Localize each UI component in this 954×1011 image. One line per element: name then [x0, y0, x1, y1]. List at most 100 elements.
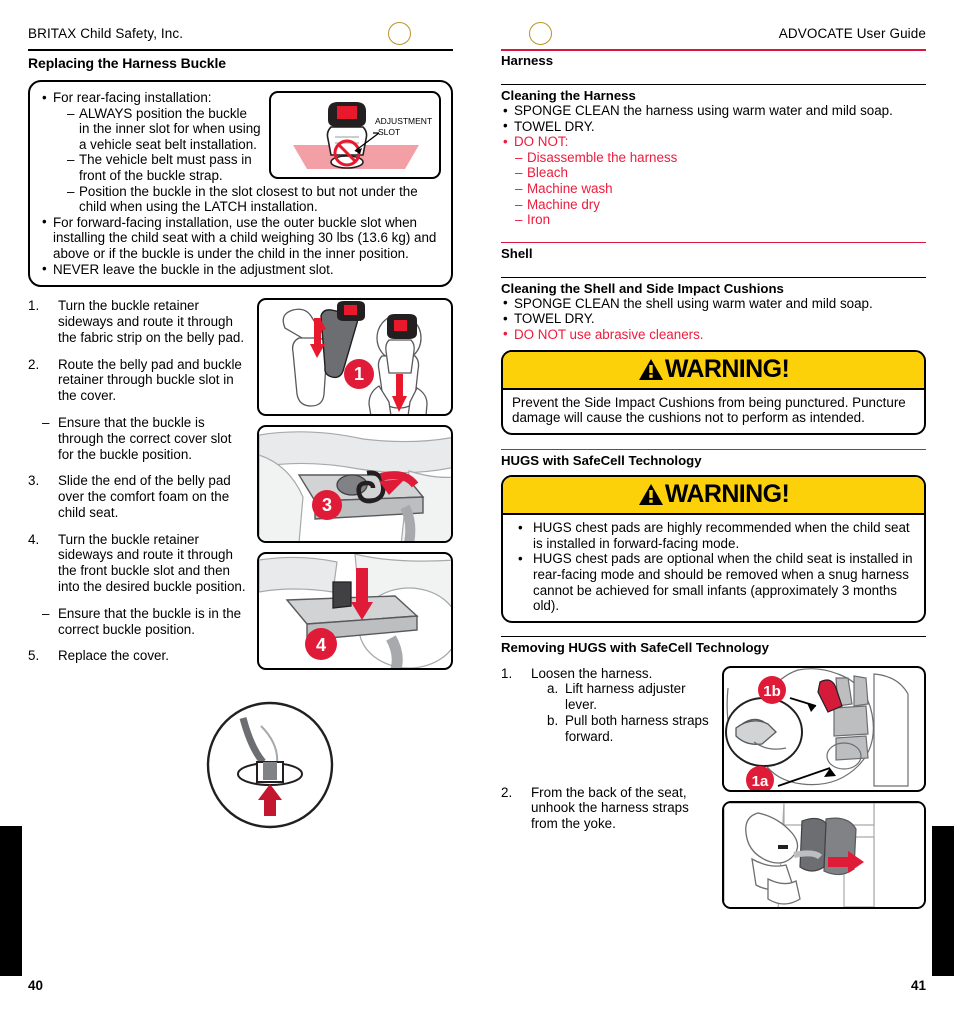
buckle-steps: 1 3 4 1. Turn the buckle retainer sidewa… [28, 298, 453, 671]
page-right: ADVOCATE User Guide Harness Cleaning the… [477, 0, 954, 1011]
warning-body: HUGS chest pads are highly recommended w… [503, 515, 924, 621]
figure-hugs-step-1: 1b 1a [722, 665, 926, 792]
figure-hugs-step-1-illustration: 1b 1a [725, 667, 909, 790]
figure-step-4-illustration: 4 [259, 554, 451, 669]
step-body: Loosen the harness. a. Lift harness adju… [531, 666, 712, 745]
hugs-warning-list: HUGS chest pads are highly recommended w… [512, 520, 915, 614]
svg-text:4: 4 [316, 635, 326, 655]
step-figures-column: 1 3 4 [257, 298, 453, 671]
warning-body: Prevent the Side Impact Cushions from be… [512, 394, 906, 426]
step-item: 4. Turn the buckle retainer sideways and… [28, 532, 247, 595]
callout-list: For rear-facing installation: ALWAYS pos… [40, 90, 441, 277]
list-item: Disassemble the harness [514, 150, 926, 166]
callout-subitem: The vehicle belt must pass in front of t… [66, 152, 441, 183]
figure-step-1: 1 [257, 298, 453, 417]
subsection-cleaning-harness: Cleaning the Harness [501, 88, 636, 103]
running-head-right: ADVOCATE User Guide [501, 20, 926, 46]
list-item: TOWEL DRY. [501, 118, 926, 135]
step-text: Route the belly pad and buckle retainer … [58, 356, 242, 404]
step-text: Slide the end of the belly pad over the … [58, 473, 231, 520]
figure-step-4: 4 [257, 552, 453, 671]
step-number: 1. [28, 298, 40, 314]
svg-text:1b: 1b [763, 683, 781, 700]
list-item-donot: DO NOT: [501, 134, 926, 150]
svg-text:1: 1 [354, 364, 364, 384]
step-text: Loosen the harness. [531, 665, 653, 681]
step-number: 5. [28, 648, 40, 664]
list-item: Machine dry [514, 197, 926, 213]
page-title-left: Replacing the Harness Buckle [28, 55, 226, 71]
step-text: Ensure that the buckle is in the correct… [58, 605, 242, 637]
step-item: 5. Replace the cover. [28, 648, 247, 664]
header-rule-left [28, 49, 453, 51]
hugs-figures-column: 1b 1a [722, 665, 926, 909]
step-text: Turn the buckle retainer sideways and ro… [58, 531, 246, 595]
divider-cleaning-shell [501, 276, 926, 278]
subsection-cleaning-shell: Cleaning the Shell and Side Impact Cushi… [501, 280, 784, 296]
thumb-tab-right [932, 826, 954, 976]
figure-hugs-step-2 [722, 800, 926, 909]
divider-hugs [501, 449, 926, 451]
buckle-detail-illustration [206, 701, 334, 829]
britax-circle-logo-icon [529, 21, 552, 45]
svg-text:3: 3 [322, 495, 332, 515]
britax-circle-logo-icon [388, 21, 411, 45]
warning-box-hugs: WARNING! HUGS chest pads are highly reco… [501, 475, 926, 623]
sub-step-key: b. [547, 713, 559, 729]
callout-sublist: ALWAYS position the buckle in the inner … [66, 106, 441, 215]
section-title-hugs: HUGS with SafeCell Technology [501, 453, 702, 469]
sub-step-b: b. Pull both harness straps forward. [531, 713, 712, 745]
rear-facing-callout: ADJUSTMENT SLOT For rear-facing installa… [28, 80, 453, 288]
warning-triangle-icon [638, 358, 663, 380]
list-item-donot: DO NOT use abrasive cleaners. [501, 326, 926, 343]
step-item: 1. Loosen the harness. a. Lift harness a… [501, 666, 712, 745]
figure-step-4-detail-inset [205, 700, 335, 830]
list-item: Machine wash [514, 181, 926, 197]
page-number-left: 40 [28, 978, 44, 993]
step-subitem: – Ensure that the buckle is in the corre… [28, 606, 247, 638]
callout-bullet: For rear-facing installation: ALWAYS pos… [40, 90, 441, 215]
step-number: 4. [28, 531, 40, 547]
removing-hugs-steps: 1b 1a 1. Loosen the harness. a. Lift har… [501, 665, 926, 909]
figure-step-1-illustration: 1 [282, 301, 428, 415]
list-item: SPONGE CLEAN the shell using warm water … [501, 295, 926, 312]
step-dash: – [42, 414, 50, 430]
figure-step-3-illustration: 3 [259, 431, 451, 542]
warning-label: WARNING! [664, 354, 790, 383]
list-item: SPONGE CLEAN the harness using warm wate… [501, 103, 926, 119]
callout-subitem: Position the buckle in the slot closest … [66, 184, 441, 215]
divider-cleaning-harness [501, 84, 926, 85]
divider-removing-hugs [501, 635, 926, 637]
shell-cleaning-list: SPONGE CLEAN the shell using warm water … [501, 295, 926, 343]
step-dash: – [42, 605, 50, 621]
callout-bullet-text: For rear-facing installation: [53, 90, 212, 105]
step-subitem: – Ensure that the buckle is through the … [28, 415, 247, 462]
list-item: HUGS chest pads are highly recommended w… [512, 520, 915, 551]
svg-text:1a: 1a [752, 773, 769, 790]
figure-hugs-step-2-illustration [724, 802, 924, 907]
subsection-removing-hugs: Removing HUGS with SafeCell Technology [501, 639, 769, 655]
list-item: Iron [514, 212, 926, 228]
list-item: HUGS chest pads are optional when the ch… [512, 551, 915, 613]
warning-header: WARNING! [503, 477, 924, 516]
figure-step-3: 3 [257, 425, 453, 544]
step-item: 1. Turn the buckle retainer sideways and… [28, 298, 247, 345]
step-number: 2. [28, 356, 40, 372]
warning-label: WARNING! [664, 480, 790, 509]
step-item: 2. From the back of the seat, unhook the… [501, 785, 712, 832]
sub-step-text: Pull both harness straps forward. [565, 713, 709, 744]
callout-bullet: NEVER leave the buckle in the adjustment… [40, 261, 441, 278]
running-head-left: BRITAX Child Safety, Inc. [28, 20, 453, 46]
step-text: Replace the cover. [58, 648, 169, 664]
running-head-text: ADVOCATE User Guide [778, 25, 926, 41]
page-left: BRITAX Child Safety, Inc. Replacing the … [0, 0, 477, 1011]
page-spread: BRITAX Child Safety, Inc. Replacing the … [0, 0, 954, 1011]
step-number: 1. [501, 665, 513, 681]
step-item: 2. Route the belly pad and buckle retain… [28, 357, 247, 404]
sub-step-a: a. Lift harness adjuster lever. [531, 681, 712, 713]
section-title-shell: Shell [501, 245, 533, 261]
step-text: From the back of the seat, unhook the ha… [531, 784, 689, 832]
harness-donot-list: Disassemble the harness Bleach Machine w… [514, 150, 926, 228]
warning-box-cushions: WARNING! Prevent the Side Impact Cushion… [501, 349, 926, 436]
sub-step-text: Lift harness adjuster lever. [565, 681, 686, 713]
